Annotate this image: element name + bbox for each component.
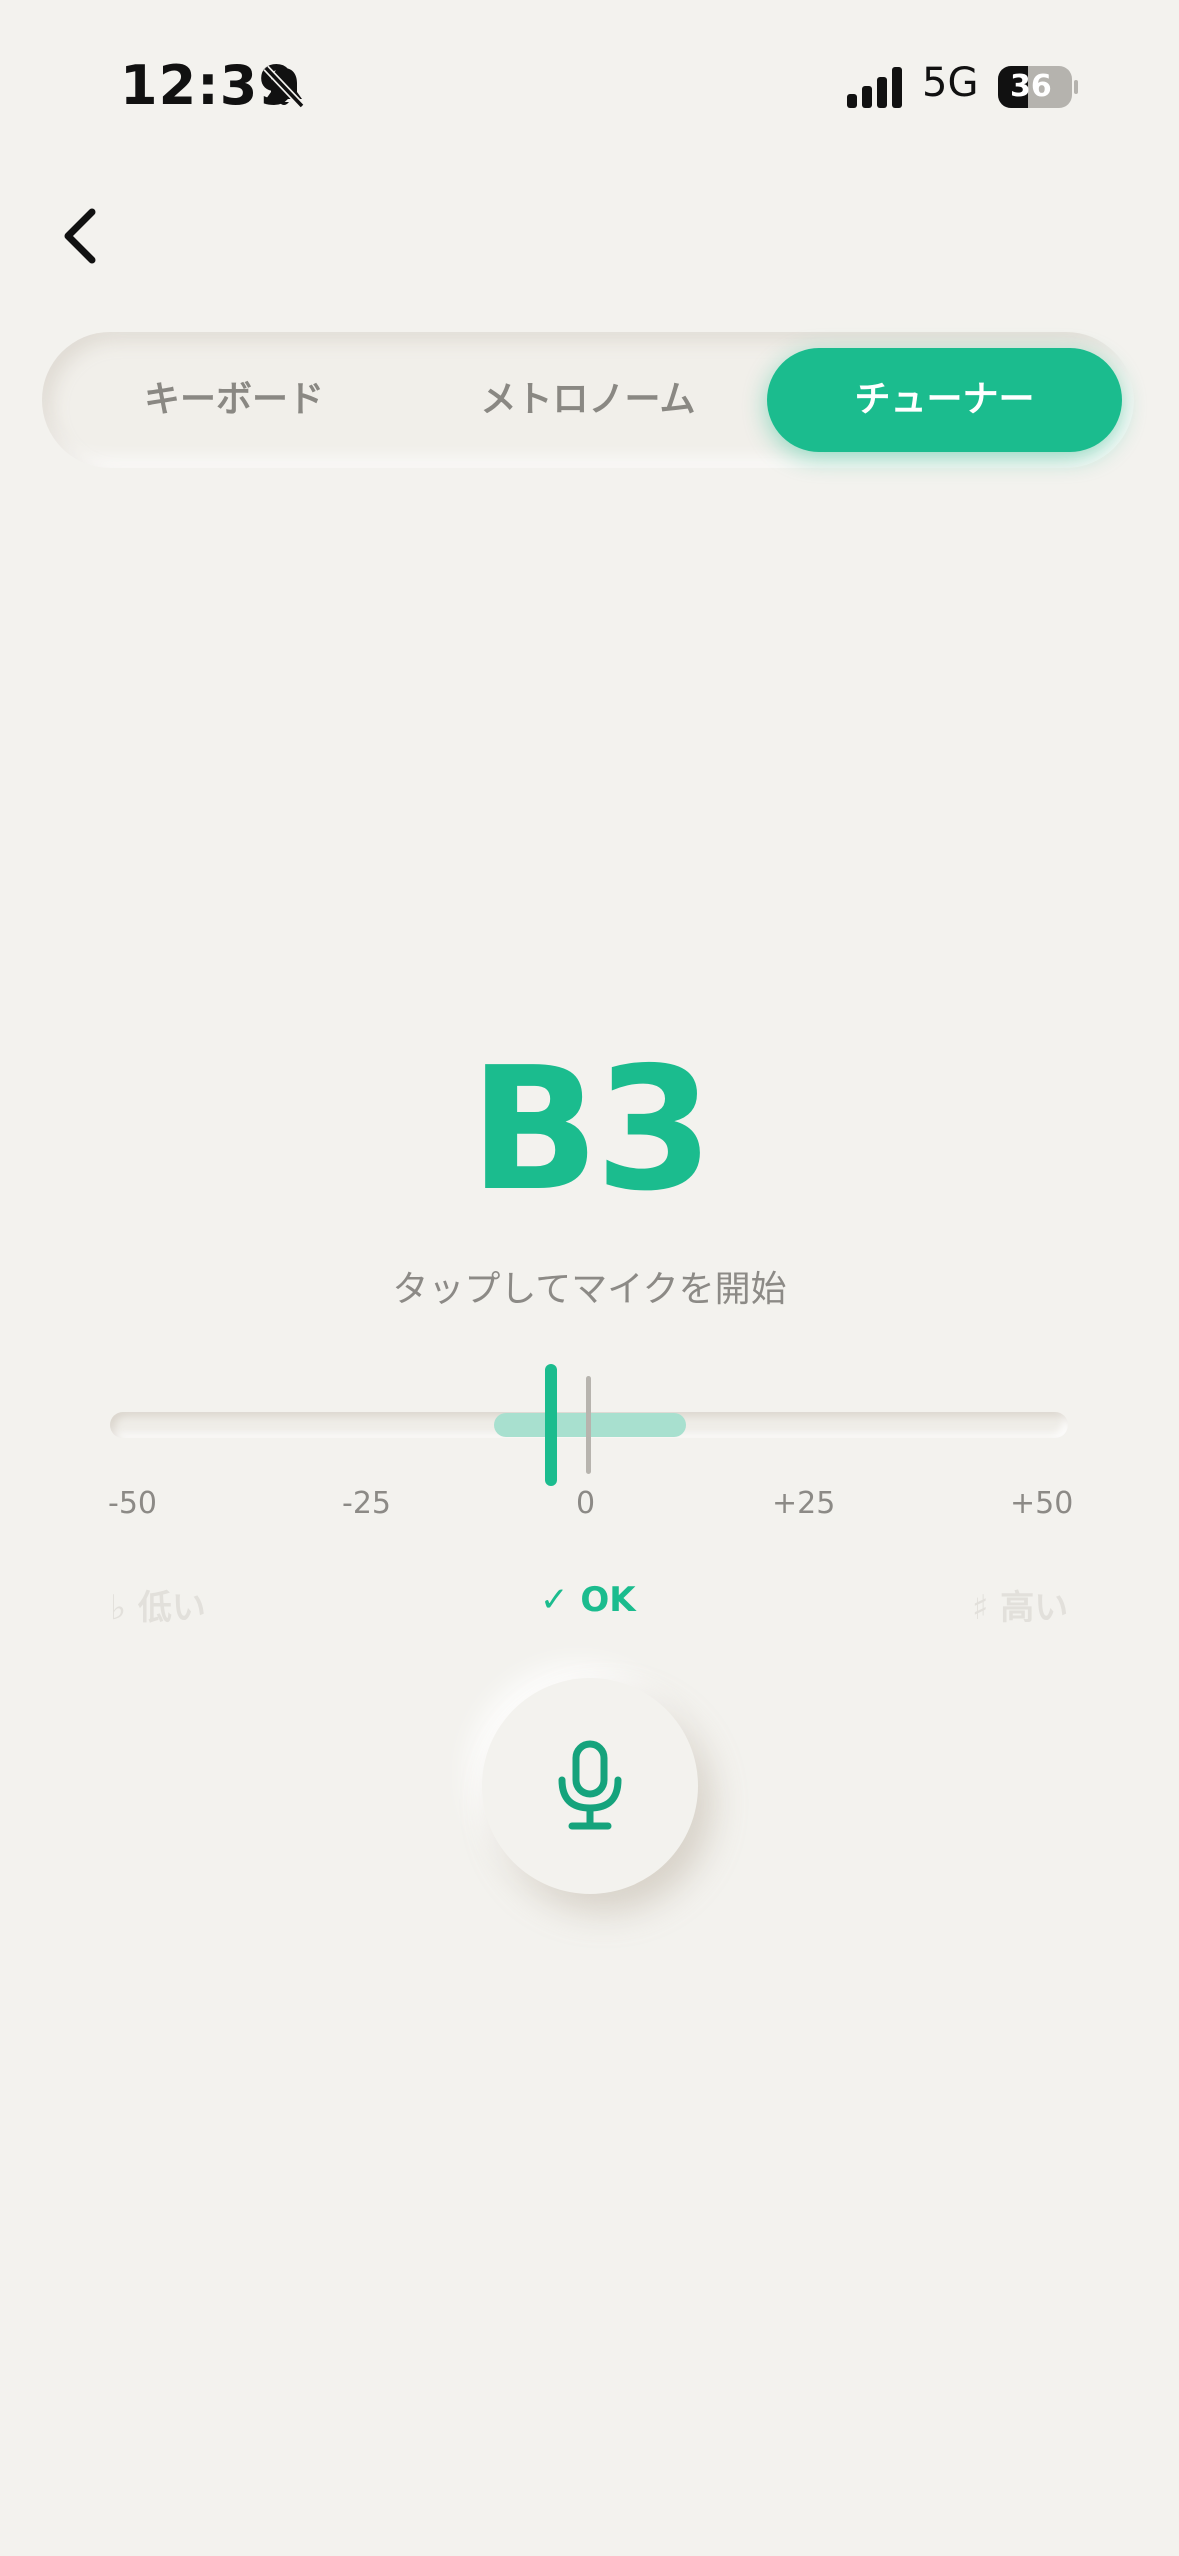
microphone-icon <box>558 1740 622 1830</box>
battery-icon: 36 <box>998 66 1078 108</box>
tab-tuner[interactable]: チューナー <box>767 348 1122 452</box>
battery-level: 36 <box>1010 69 1052 104</box>
scale-label: -50 <box>108 1486 157 1521</box>
status-low: ♭ 低い <box>110 1588 206 1628</box>
scale-label: -25 <box>342 1486 391 1521</box>
bell-slash-icon <box>263 65 305 109</box>
scale-label: +25 <box>772 1486 836 1521</box>
back-chevron-icon[interactable] <box>58 206 102 266</box>
tab-metronome[interactable]: メトロノーム <box>420 348 756 452</box>
status-high: ♯ 高い <box>972 1588 1069 1628</box>
tuning-needle <box>545 1364 557 1486</box>
tab-keyboard[interactable]: キーボード <box>66 348 402 452</box>
status-ok: ✓ OK <box>540 1580 636 1620</box>
network-type: 5G <box>922 60 979 106</box>
signal-icon <box>847 67 902 108</box>
scale-label: +50 <box>1010 1486 1074 1521</box>
detected-note: B3 <box>469 1031 714 1229</box>
scale-label: 0 <box>576 1486 596 1521</box>
tap-hint: タップしてマイクを開始 <box>392 1269 787 1310</box>
center-marker <box>586 1376 591 1474</box>
